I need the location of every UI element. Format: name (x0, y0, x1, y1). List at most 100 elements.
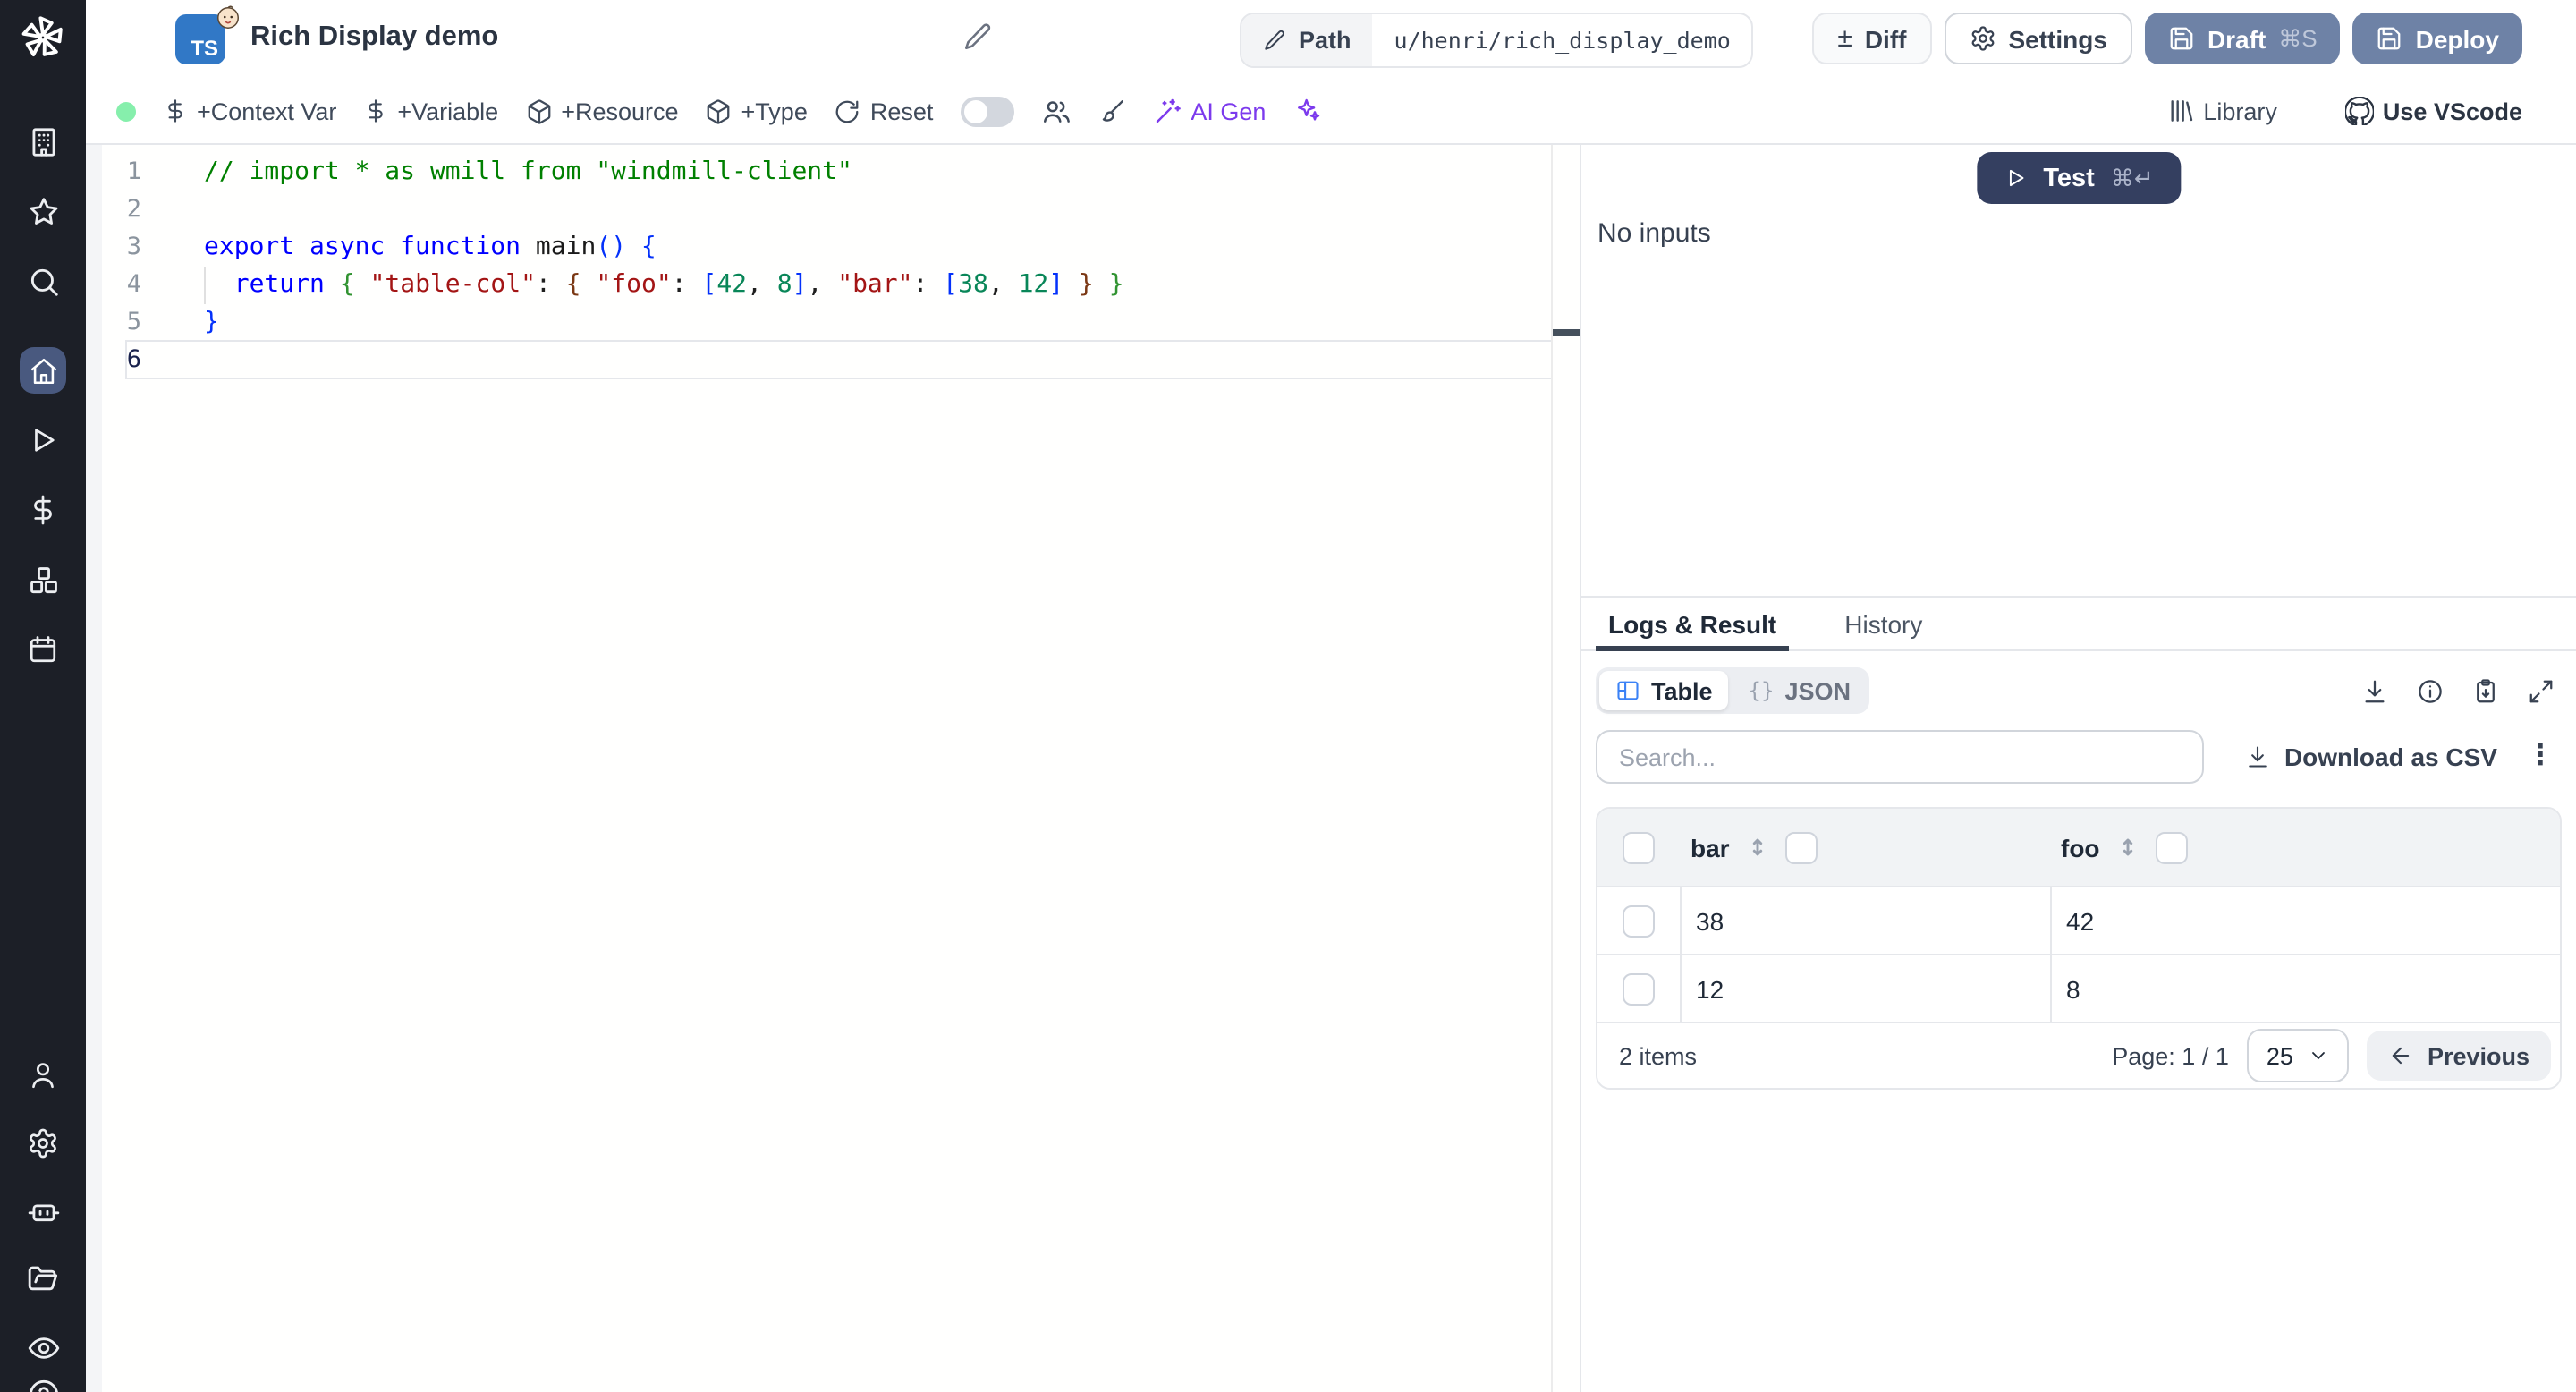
windmill-logo-icon[interactable] (20, 14, 66, 61)
library-button[interactable]: Library (2165, 97, 2277, 125)
row-checkbox[interactable] (1623, 972, 1655, 1005)
pagination: Page: 1 / 1 25 Previous (2112, 1029, 2551, 1082)
save-icon (2377, 25, 2403, 52)
path-control[interactable]: Path u/henri/rich_display_demo (1240, 13, 1754, 68)
table-cell: 8 (2050, 955, 2560, 1022)
home-icon[interactable] (20, 347, 66, 394)
format-brush-icon[interactable] (1097, 97, 1126, 125)
diff-button[interactable]: ± Diff (1812, 13, 1932, 64)
table-row[interactable]: 38 42 (1597, 886, 2560, 954)
table-row[interactable]: 12 8 (1597, 954, 2560, 1022)
editor-toolbar: +Context Var +Variable +Resource +Type R… (86, 79, 2576, 145)
help-icon[interactable] (20, 1371, 66, 1392)
baby-sticker-icon (215, 4, 242, 30)
workers-robot-icon[interactable] (20, 1188, 66, 1235)
test-button[interactable]: Test ⌘↵ (1977, 152, 2181, 204)
edit-title-pencil-icon[interactable] (962, 21, 993, 52)
code-line[interactable]: // import * as wmill from "windmill-clie… (204, 154, 1551, 191)
expand-icon[interactable] (2528, 677, 2555, 704)
table-controls-row: Download as CSV ⋮ (1596, 730, 2562, 784)
save-icon (2168, 25, 2195, 52)
column-header[interactable]: foo (2061, 833, 2100, 862)
ai-gen-button[interactable]: AI Gen (1153, 97, 1266, 125)
csv-group: Download as CSV ⋮ (2245, 742, 2555, 771)
sort-icon[interactable] (1746, 836, 1769, 859)
star-icon[interactable] (20, 188, 66, 234)
line-number: 2 (126, 195, 141, 224)
package-icon (706, 98, 733, 124)
view-toggle: Table {} JSON (1596, 667, 1870, 714)
download-icon[interactable] (2361, 677, 2388, 704)
previous-page-button[interactable]: Previous (2366, 1031, 2551, 1081)
page-size-select[interactable]: 25 (2246, 1029, 2349, 1082)
chevron-down-icon (2308, 1045, 2329, 1066)
folder-open-icon[interactable] (20, 1256, 66, 1303)
code-line[interactable]: export async function main() { (204, 229, 1551, 267)
script-path[interactable]: u/henri/rich_display_demo (1373, 14, 1752, 66)
search-icon[interactable] (20, 258, 66, 304)
add-type-button[interactable]: +Type (706, 98, 808, 124)
kebab-menu-icon[interactable]: ⋮ (2526, 742, 2555, 771)
code-line[interactable]: return { "table-col": { "foo": [42, 8], … (204, 267, 1551, 304)
sparkles-icon[interactable] (1292, 97, 1321, 125)
schedules-calendar-icon[interactable] (20, 626, 66, 673)
sidebar-admin-group (20, 1052, 66, 1371)
search-input[interactable] (1596, 730, 2204, 784)
sort-icon[interactable] (2116, 836, 2140, 859)
select-all-checkbox[interactable] (1623, 831, 1655, 863)
download-icon (2245, 744, 2270, 769)
column-filter-checkbox[interactable] (2155, 831, 2188, 863)
github-icon (2344, 97, 2374, 125)
copy-clipboard-icon[interactable] (2472, 677, 2499, 704)
code-line[interactable] (204, 342, 1551, 379)
row-checkbox[interactable] (1623, 904, 1655, 937)
result-body: Table {} JSON Search... Download as CSV … (1581, 651, 2576, 1090)
buildings-icon[interactable] (20, 118, 66, 165)
editor-overview-ruler[interactable] (1551, 145, 1580, 1392)
sidebar (0, 0, 86, 1392)
draft-button[interactable]: Draft ⌘S (2144, 13, 2341, 64)
column-filter-checkbox[interactable] (1784, 831, 1818, 863)
result-table-footer: 2 items Page: 1 / 1 25 Previous (1597, 1022, 2560, 1088)
tab-history[interactable]: History (1832, 598, 1935, 649)
use-vscode-button[interactable]: Use VScode (2344, 97, 2522, 125)
deploy-button[interactable]: Deploy (2352, 13, 2522, 64)
tab-logs-result[interactable]: Logs & Result (1596, 598, 1790, 651)
info-icon[interactable] (2417, 677, 2444, 704)
line-number: 5 (126, 308, 141, 336)
column-header[interactable]: bar (1690, 833, 1730, 862)
sidebar-main-group (20, 347, 66, 673)
line-number: 6 (126, 345, 141, 374)
draft-shortcut: ⌘S (2278, 24, 2318, 51)
settings-gear-icon[interactable] (20, 1120, 66, 1167)
view-toggle-row: Table {} JSON (1596, 667, 2562, 714)
add-variable-button[interactable]: +Variable (363, 98, 498, 124)
code-line[interactable]: } (204, 304, 1551, 342)
view-table-option[interactable]: Table (1599, 671, 1729, 710)
page-indicator: Page: 1 / 1 (2112, 1042, 2229, 1069)
view-json-option[interactable]: {} JSON (1733, 671, 1867, 710)
users-presence-icon[interactable] (1040, 96, 1071, 126)
variables-dollar-icon[interactable] (20, 487, 66, 533)
code-editor[interactable]: 1 2 3 4 5 6 // import * as wmill from "windmi… (86, 145, 1580, 1392)
status-dot (116, 101, 136, 121)
arrow-left-icon (2388, 1043, 2413, 1068)
users-icon[interactable] (20, 1052, 66, 1099)
line-number: 3 (126, 233, 141, 261)
braces-icon: {} (1748, 678, 1775, 703)
cursor-position-marker (1553, 329, 1580, 335)
path-label-segment[interactable]: Path (1241, 14, 1373, 66)
add-context-var-button[interactable]: +Context Var (163, 98, 336, 124)
audit-eye-icon[interactable] (20, 1324, 66, 1371)
code-line[interactable] (204, 191, 1551, 229)
resources-boxes-icon[interactable] (20, 556, 66, 603)
collab-toggle[interactable] (960, 96, 1014, 126)
settings-button[interactable]: Settings (1944, 13, 2132, 64)
runs-play-icon[interactable] (20, 417, 66, 463)
play-icon (2004, 166, 2027, 190)
reset-button[interactable]: Reset (835, 98, 933, 124)
no-inputs-label: No inputs (1597, 218, 1711, 249)
add-resource-button[interactable]: +Resource (525, 98, 679, 124)
run-result-panel: Test ⌘↵ No inputs Logs & Result History … (1581, 145, 2576, 1392)
download-csv-button[interactable]: Download as CSV (2245, 743, 2497, 771)
